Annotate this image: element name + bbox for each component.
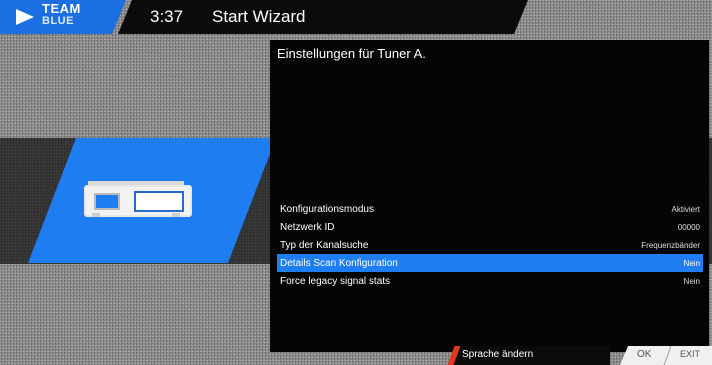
top-bar: TEAM BLUE 3:37 Start Wizard (0, 0, 712, 34)
setting-konfigurationsmodus[interactable]: Konfigurationsmodus Aktiviert (277, 200, 703, 218)
setting-label: Force legacy signal stats (280, 275, 391, 287)
logo-text: TEAM BLUE (42, 1, 81, 27)
receiver-box-icon (84, 181, 192, 217)
setting-value: Nein (683, 258, 700, 268)
page-title: Start Wizard (212, 7, 306, 26)
ok-button[interactable]: OK (637, 349, 651, 360)
logo-line2: BLUE (42, 15, 74, 27)
device-foot (92, 213, 100, 217)
change-language-hint[interactable]: Sprache ändern (462, 349, 533, 360)
setting-label: Typ der Kanalsuche (280, 239, 369, 251)
device-foot (172, 213, 180, 217)
settings-panel: Einstellungen für Tuner A. Konfiguration… (270, 40, 709, 352)
settings-list: Konfigurationsmodus Aktiviert Netzwerk I… (277, 200, 703, 290)
setting-value: 00000 (677, 222, 700, 232)
setting-label: Netzwerk ID (280, 221, 335, 233)
setting-label: Details Scan Konfiguration (280, 257, 398, 269)
setting-typ-der-kanalsuche[interactable]: Typ der Kanalsuche Frequenzbänder (277, 236, 703, 254)
setting-label: Konfigurationsmodus (280, 203, 374, 215)
device-slot (134, 191, 184, 212)
team-blue-logo-icon (16, 9, 34, 25)
setting-value: Frequenzbänder (641, 240, 700, 250)
exit-button[interactable]: EXIT (680, 349, 700, 359)
clock: 3:37 (150, 7, 184, 26)
setting-force-legacy-signal-stats[interactable]: Force legacy signal stats Nein (277, 272, 703, 290)
device-display (94, 193, 120, 210)
setting-value: Aktiviert (671, 204, 700, 214)
logo-line1: TEAM (42, 1, 81, 16)
setting-details-scan-konfiguration[interactable]: Details Scan Konfiguration Nein (277, 254, 703, 272)
setting-value: Nein (683, 276, 700, 286)
setting-netzwerk-id[interactable]: Netzwerk ID 00000 (277, 218, 703, 236)
panel-title: Einstellungen für Tuner A. (277, 46, 426, 61)
